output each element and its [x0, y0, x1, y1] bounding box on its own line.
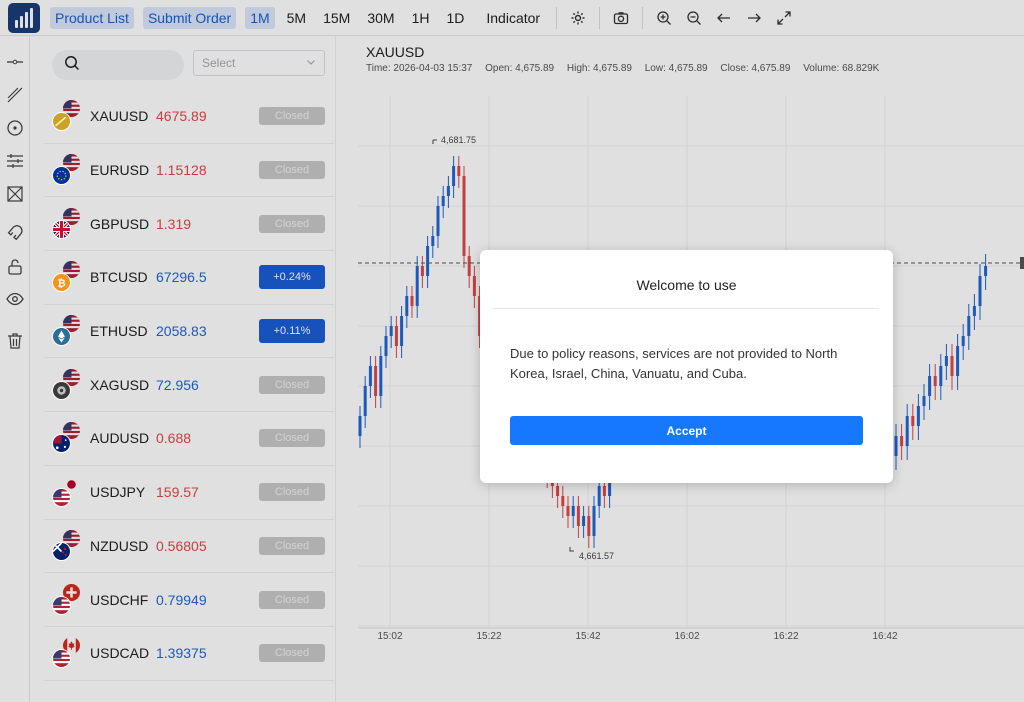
dialog-message: Due to policy reasons, services are not … — [510, 346, 838, 381]
welcome-dialog: Welcome to use Due to policy reasons, se… — [480, 250, 893, 483]
modal-overlay: Welcome to use Due to policy reasons, se… — [0, 0, 1024, 702]
dialog-divider — [493, 308, 879, 309]
accept-button[interactable]: Accept — [510, 416, 863, 445]
dialog-title: Welcome to use — [636, 277, 737, 293]
svg-text:₿: ₿ — [57, 278, 65, 290]
